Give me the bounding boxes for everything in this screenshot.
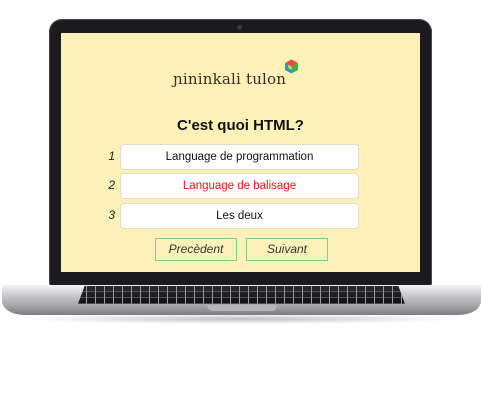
app-logo: ɲininkali tulon xyxy=(173,70,286,88)
keyboard-rows xyxy=(78,286,405,304)
option-number: 3 xyxy=(108,208,115,222)
logo-prefix: ɲi xyxy=(173,70,188,88)
cube-logo-icon xyxy=(285,59,298,74)
next-button[interactable]: Suivant xyxy=(246,238,328,261)
option-button-2[interactable]: Language de balisage xyxy=(120,173,359,199)
logo-text: ninkali tulon xyxy=(187,70,287,88)
option-button-1[interactable]: Language de programmation xyxy=(120,144,359,170)
trackpad-notch xyxy=(207,305,277,311)
option-row-2: 2 Language de balisage xyxy=(61,173,420,199)
option-button-3[interactable]: Les deux xyxy=(120,203,359,229)
option-number: 2 xyxy=(108,178,115,192)
webcam xyxy=(237,25,242,30)
option-row-3: 3 Les deux xyxy=(61,203,420,229)
option-row-1: 1 Language de programmation xyxy=(61,144,420,170)
question-title: C'est quoi HTML? xyxy=(177,117,304,134)
option-number: 1 xyxy=(108,149,115,163)
previous-button[interactable]: Precèdent xyxy=(155,238,237,261)
laptop-shadow xyxy=(20,314,463,324)
